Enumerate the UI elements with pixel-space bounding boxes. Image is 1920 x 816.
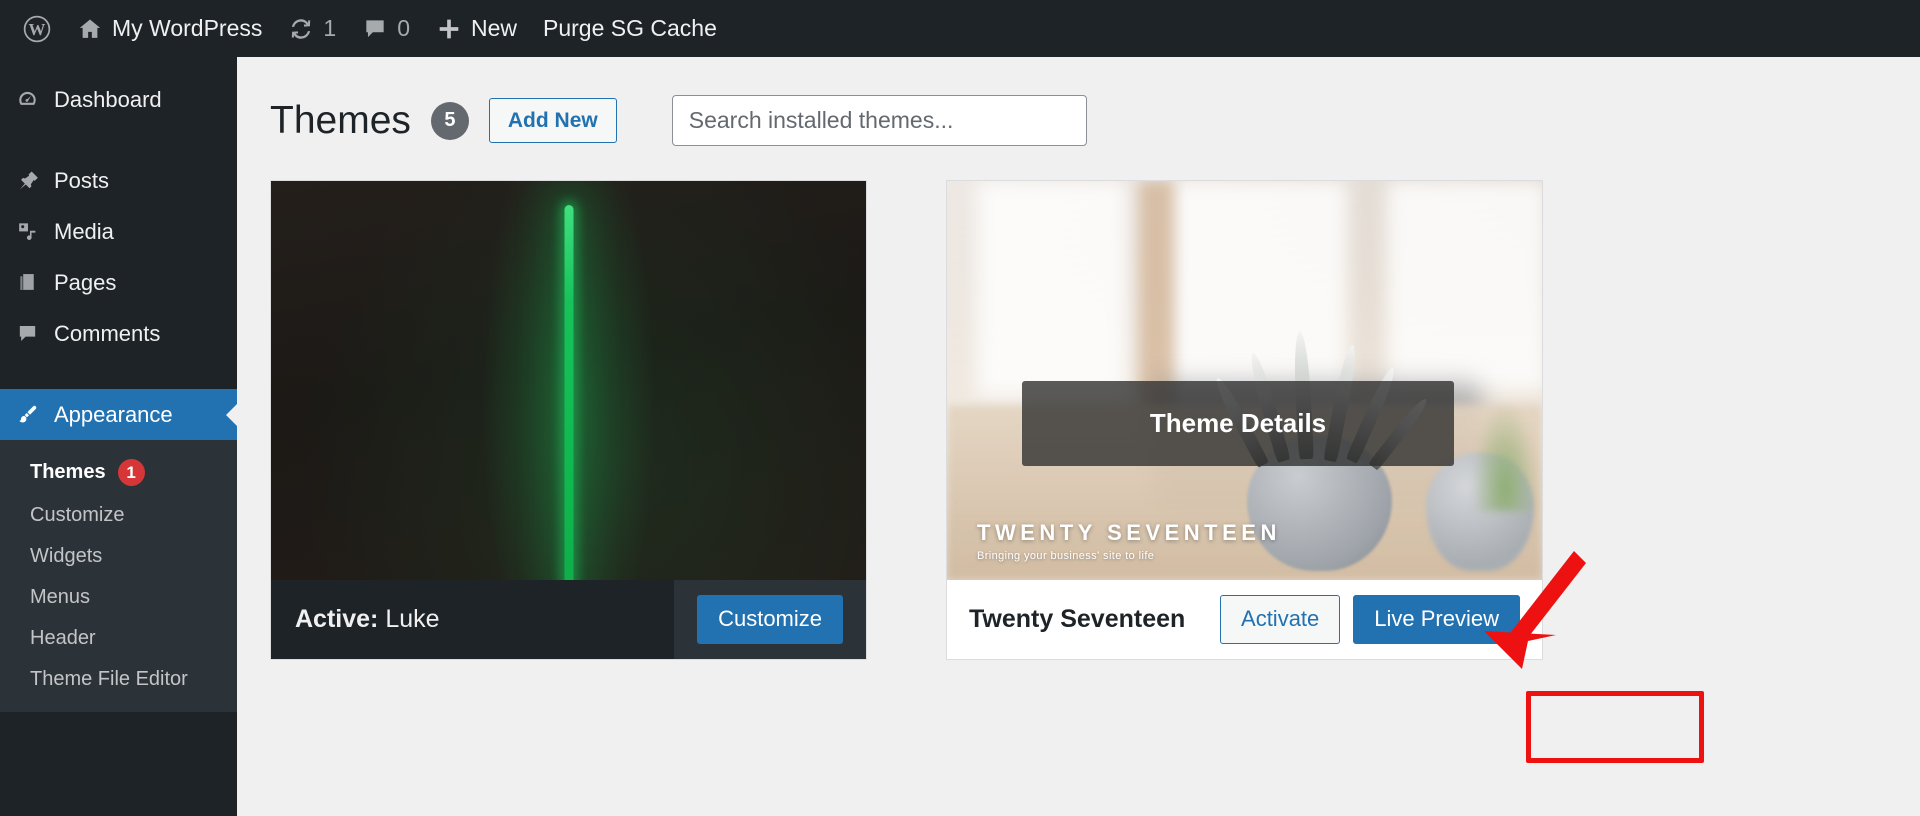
theme-details-button[interactable]: Theme Details xyxy=(1022,381,1454,466)
new-content-menu[interactable]: New xyxy=(423,0,530,57)
sidebar-item-posts[interactable]: Posts xyxy=(0,155,237,206)
theme-screenshot[interactable] xyxy=(271,181,866,580)
sidebar-subitem-label: Customize xyxy=(30,504,125,526)
active-label: Active: xyxy=(295,605,379,633)
sidebar-subitem-theme-file-editor[interactable]: Theme File Editor xyxy=(0,659,237,700)
wordpress-logo-icon: W xyxy=(23,15,51,43)
media-icon xyxy=(14,220,40,243)
search-themes-input[interactable] xyxy=(671,95,1087,146)
admin-bar: W My WordPress 1 0 New Purge SG Cache xyxy=(0,0,1920,57)
svg-text:W: W xyxy=(29,20,46,39)
window-blur-1 xyxy=(977,181,1127,396)
updates-menu[interactable]: 1 xyxy=(275,0,349,57)
customize-button[interactable]: Customize xyxy=(697,595,843,644)
sidebar-subitem-label: Theme File Editor xyxy=(30,668,188,690)
add-new-button[interactable]: Add New xyxy=(488,97,617,144)
theme-name-label: Twenty Seventeen xyxy=(969,605,1186,633)
plus-icon xyxy=(436,16,462,42)
comment-bubble-icon xyxy=(362,16,388,42)
theme-card-twenty-seventeen[interactable]: TWENTY SEVENTEEN Bringing your business'… xyxy=(946,180,1543,660)
admin-sidebar: Dashboard Posts Media Pages Comments App… xyxy=(0,57,237,816)
sidebar-item-media[interactable]: Media xyxy=(0,206,237,257)
page-title: Themes xyxy=(270,99,411,142)
screenshot-brand-tagline: Bringing your business' site to life xyxy=(977,550,1155,562)
site-name-menu[interactable]: My WordPress xyxy=(64,0,275,57)
green-foliage xyxy=(1472,401,1538,511)
sidebar-item-appearance[interactable]: Appearance xyxy=(0,389,237,440)
sidebar-item-comments[interactable]: Comments xyxy=(0,308,237,359)
comment-bubble-icon xyxy=(14,322,40,345)
sidebar-subitem-customize[interactable]: Customize xyxy=(0,495,237,536)
purge-cache-menu[interactable]: Purge SG Cache xyxy=(530,0,730,57)
sidebar-subitem-label: Widgets xyxy=(30,545,103,567)
theme-name-label: Luke xyxy=(385,605,440,633)
sidebar-subitem-label: Themes xyxy=(30,461,106,483)
update-icon xyxy=(288,16,314,42)
sidebar-subitem-header[interactable]: Header xyxy=(0,618,237,659)
main-content: Themes 5 Add New Active: Luke Customize xyxy=(237,57,1920,816)
pages-icon xyxy=(14,271,40,294)
sidebar-subitem-widgets[interactable]: Widgets xyxy=(0,536,237,577)
sidebar-item-label: Posts xyxy=(54,167,110,193)
themes-update-badge: 1 xyxy=(117,459,145,486)
sidebar-subitem-menus[interactable]: Menus xyxy=(0,577,237,618)
sidebar-item-label: Comments xyxy=(54,320,161,346)
sidebar-item-dashboard[interactable]: Dashboard xyxy=(0,74,237,125)
sidebar-subitem-label: Menus xyxy=(30,586,91,608)
theme-grid: Active: Luke Customize TWENTY SEVENTEEN … xyxy=(237,146,1920,660)
site-name-label: My WordPress xyxy=(112,15,263,41)
sidebar-subitem-label: Header xyxy=(30,627,96,649)
comments-count: 0 xyxy=(397,15,410,41)
purge-cache-label: Purge SG Cache xyxy=(543,15,717,41)
sidebar-item-label: Pages xyxy=(54,269,117,295)
theme-actions: Activate Live Preview xyxy=(1220,595,1520,644)
active-theme-name: Active: Luke xyxy=(271,605,674,634)
theme-count-badge: 5 xyxy=(430,101,469,140)
theme-card-footer: Active: Luke Customize xyxy=(271,580,866,659)
sidebar-item-label: Media xyxy=(54,218,114,244)
appearance-submenu: Themes 1 Customize Widgets Menus Header … xyxy=(0,440,237,712)
theme-card-active[interactable]: Active: Luke Customize xyxy=(270,180,867,660)
home-icon xyxy=(77,16,103,42)
new-content-label: New xyxy=(470,15,517,41)
active-theme-actions: Customize xyxy=(674,580,866,659)
theme-card-footer: Twenty Seventeen Activate Live Preview xyxy=(947,580,1542,659)
pin-icon xyxy=(14,169,40,192)
activate-button[interactable]: Activate xyxy=(1220,595,1341,644)
window-blur-3 xyxy=(1387,181,1542,391)
page-header: Themes 5 Add New xyxy=(237,57,1920,146)
screenshot-brandmark: TWENTY SEVENTEEN Bringing your business'… xyxy=(977,520,1281,562)
sidebar-item-label: Appearance xyxy=(54,401,173,427)
live-preview-button[interactable]: Live Preview xyxy=(1353,595,1520,644)
theme-screenshot[interactable]: TWENTY SEVENTEEN Bringing your business'… xyxy=(947,181,1542,580)
theme-screenshot-image-luke xyxy=(271,181,866,580)
screenshot-brand-title: TWENTY SEVENTEEN xyxy=(977,520,1281,545)
paintbrush-icon xyxy=(14,403,40,426)
sidebar-subitem-themes[interactable]: Themes 1 xyxy=(0,450,237,495)
sidebar-item-pages[interactable]: Pages xyxy=(0,257,237,308)
comments-menu[interactable]: 0 xyxy=(349,0,423,57)
theme-screenshot-image-twenty-seventeen: TWENTY SEVENTEEN Bringing your business'… xyxy=(947,181,1542,580)
updates-count: 1 xyxy=(323,15,337,41)
dashboard-icon xyxy=(14,88,40,111)
sidebar-item-label: Dashboard xyxy=(54,86,162,112)
wordpress-logo-menu[interactable]: W xyxy=(10,0,64,57)
